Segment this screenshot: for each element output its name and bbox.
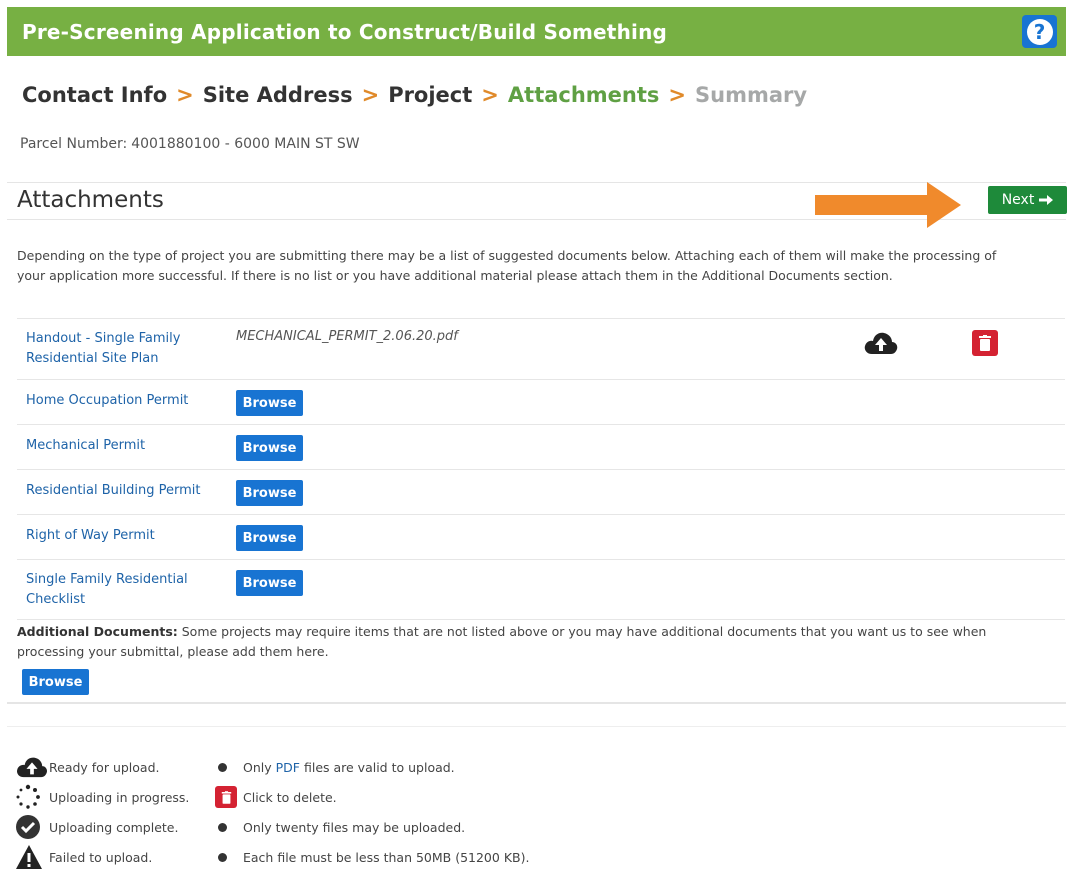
additional-documents-text: Additional Documents: Some projects may … (17, 622, 1057, 662)
breadcrumb-separator: > (668, 83, 687, 107)
bullet-icon (218, 822, 227, 832)
legend-item: Only PDF files are valid to upload. (215, 752, 529, 782)
legend-item: Failed to upload. (15, 842, 189, 872)
additional-documents-label: Additional Documents: (17, 624, 178, 639)
legend-rule-count: Only twenty files may be uploaded. (243, 819, 466, 835)
browse-button[interactable]: Browse (236, 390, 303, 416)
document-name[interactable]: Right of Way Permit (26, 526, 211, 546)
legend-item: Click to delete. (215, 782, 529, 812)
parcel-value: 4001880100 - 6000 MAIN ST SW (131, 136, 360, 152)
browse-button[interactable]: Browse (236, 525, 303, 551)
arrow-right-icon (1039, 195, 1054, 205)
section-title: Attachments (17, 187, 164, 213)
breadcrumb: Contact Info > Site Address > Project > … (22, 83, 807, 107)
cloud-upload-icon[interactable] (863, 330, 899, 356)
legend-status: Ready for upload. Uploading in progress.… (15, 752, 189, 872)
parcel-label: Parcel Number: (20, 136, 128, 152)
help-icon: ? (1026, 18, 1053, 45)
next-button[interactable]: Next (988, 186, 1067, 214)
app-title: Pre-Screening Application to Construct/B… (22, 19, 668, 44)
breadcrumb-separator: > (176, 83, 194, 107)
legend-ready-text: Ready for upload. (49, 759, 160, 775)
table-row: Home Occupation Permit Browse (17, 380, 1065, 425)
divider (7, 726, 1066, 727)
legend-rules: Only PDF files are valid to upload. Clic… (215, 752, 529, 872)
spinner-icon (16, 784, 40, 809)
breadcrumb-project[interactable]: Project (388, 83, 472, 107)
breadcrumb-separator: > (481, 83, 499, 107)
trash-icon[interactable] (972, 330, 998, 356)
legend-progress-text: Uploading in progress. (49, 789, 190, 805)
table-row: Handout - Single Family Residential Site… (17, 319, 1065, 380)
browse-button[interactable]: Browse (236, 435, 303, 461)
breadcrumb-site-address[interactable]: Site Address (203, 83, 353, 107)
legend-item: Each file must be less than 50MB (51200 … (215, 842, 529, 872)
divider (7, 702, 1066, 704)
breadcrumb-separator: > (361, 83, 380, 107)
browse-button[interactable]: Browse (236, 570, 303, 596)
table-row: Mechanical Permit Browse (17, 425, 1065, 470)
check-circle-icon (16, 815, 40, 839)
warning-icon (16, 845, 42, 869)
document-name[interactable]: Handout - Single Family Residential Site… (26, 329, 211, 369)
additional-browse-button[interactable]: Browse (22, 669, 89, 695)
trash-icon (215, 786, 237, 808)
legend-rule-pdf-pre: Only (243, 759, 272, 775)
uploaded-file-name: MECHANICAL_PERMIT_2.06.20.pdf (236, 329, 458, 344)
table-row: Right of Way Permit Browse (17, 515, 1065, 560)
bullet-icon (218, 852, 227, 862)
arrow-right-icon (815, 182, 961, 228)
breadcrumb-attachments: Attachments (507, 83, 660, 107)
table-row: Single Family Residential Checklist Brow… (17, 560, 1065, 620)
legend-rule-size: Each file must be less than 50MB (51200 … (243, 849, 530, 865)
legend-rule-pdf-link: PDF (275, 759, 300, 775)
legend-item: Only twenty files may be uploaded. (215, 812, 529, 842)
document-name[interactable]: Mechanical Permit (26, 436, 211, 456)
document-name[interactable]: Home Occupation Permit (26, 391, 211, 411)
breadcrumb-contact-info[interactable]: Contact Info (22, 83, 167, 107)
trash-glyph (221, 790, 231, 804)
trash-glyph (979, 335, 991, 351)
documents-table: Handout - Single Family Residential Site… (17, 318, 1065, 620)
browse-button[interactable]: Browse (236, 480, 303, 506)
parcel-info: Parcel Number: 4001880100 - 6000 MAIN ST … (20, 136, 360, 152)
legend-item: Uploading in progress. (15, 782, 189, 812)
legend-delete-text: Click to delete. (243, 789, 337, 805)
cloud-upload-icon (17, 757, 48, 778)
legend-item: Ready for upload. (15, 752, 189, 782)
next-button-label: Next (1001, 192, 1035, 208)
document-name[interactable]: Single Family Residential Checklist (26, 570, 211, 610)
app-header: Pre-Screening Application to Construct/B… (7, 7, 1066, 56)
legend-rule-pdf: Only PDF files are valid to upload. (243, 760, 455, 775)
legend-failed-text: Failed to upload. (49, 849, 153, 865)
legend-complete-text: Uploading complete. (49, 819, 179, 835)
bullet-icon (218, 762, 227, 772)
table-row: Residential Building Permit Browse (17, 470, 1065, 515)
breadcrumb-summary: Summary (695, 83, 808, 107)
legend-rule-pdf-post: files are valid to upload. (303, 759, 455, 775)
instructions-text: Depending on the type of project you are… (17, 248, 997, 283)
document-name[interactable]: Residential Building Permit (26, 481, 211, 501)
legend-item: Uploading complete. (15, 812, 189, 842)
help-button[interactable]: ? (1022, 15, 1057, 48)
